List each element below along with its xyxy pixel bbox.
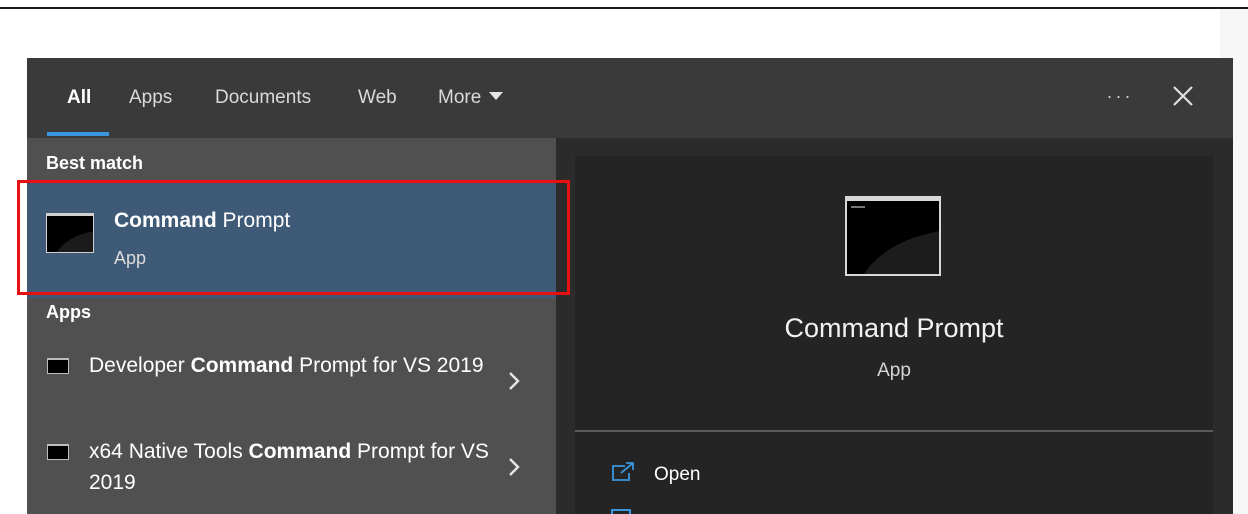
preview-pane: Command Prompt App Open <box>575 156 1213 514</box>
app-item-label-bold: Command <box>248 440 352 463</box>
tab-more[interactable]: More <box>438 85 504 111</box>
chevron-right-icon <box>509 458 520 476</box>
app-item-developer-command-prompt[interactable]: Developer Command Prompt for VS 2019 <box>27 350 556 428</box>
preview-title: Command Prompt <box>784 313 1004 343</box>
app-item-label: Developer Command Prompt for VS 2019 <box>89 350 489 381</box>
app-item-label-post: Prompt for VS 2019 <box>293 354 484 377</box>
tab-apps[interactable]: Apps <box>129 85 172 111</box>
open-icon <box>612 462 634 481</box>
open-action-label: Open <box>654 464 701 485</box>
active-tab-indicator <box>47 132 109 136</box>
tab-all[interactable]: All <box>67 85 91 111</box>
close-button[interactable] <box>1165 80 1201 114</box>
tab-web[interactable]: Web <box>358 85 397 111</box>
caret-down-icon <box>489 91 504 100</box>
tab-more-label: More <box>438 87 482 108</box>
action-icon <box>611 509 631 514</box>
best-match-heading: Best match <box>46 153 144 173</box>
close-icon <box>1173 86 1193 106</box>
open-action[interactable]: Open <box>611 461 700 491</box>
app-item-label-pre: x64 Native Tools <box>89 440 249 463</box>
more-options-button[interactable]: ··· <box>1102 81 1138 111</box>
top-divider <box>0 7 1248 9</box>
app-item-label: x64 Native Tools Command Prompt for VS 2… <box>89 436 489 498</box>
highlight-annotation <box>17 180 570 295</box>
apps-heading: Apps <box>46 302 91 322</box>
tab-bar: All Apps Documents Web More ··· <box>27 58 1233 138</box>
app-item-label-pre: Developer <box>89 354 191 377</box>
command-prompt-icon <box>47 358 69 374</box>
command-prompt-icon <box>47 444 69 460</box>
preview-subtitle: App <box>877 360 911 381</box>
app-item-x64-native-tools-command-prompt[interactable]: x64 Native Tools Command Prompt for VS 2… <box>27 436 556 514</box>
command-prompt-large-icon <box>845 196 941 276</box>
chevron-right-icon <box>509 372 520 390</box>
preview-divider <box>575 430 1213 432</box>
tab-documents[interactable]: Documents <box>215 85 311 111</box>
app-item-label-bold: Command <box>190 354 294 377</box>
